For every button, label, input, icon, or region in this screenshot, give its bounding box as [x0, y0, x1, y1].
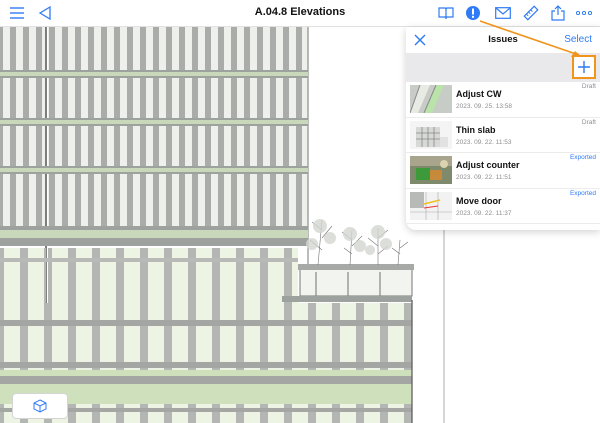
issue-row[interactable]: Move door 2023. 09. 22. 11:37 Exported — [406, 189, 600, 224]
issue-title: Thin slab — [456, 124, 496, 135]
issue-row[interactable]: Adjust counter 2023. 09. 22. 11:51 Expor… — [406, 153, 600, 189]
issues-panel: Issues Select Adjust CW 2023. 09. 25. 13… — [406, 27, 600, 230]
issue-title: Adjust CW — [456, 89, 502, 99]
plus-icon — [578, 61, 590, 73]
issue-row[interactable]: Thin slab 2023. 09. 22. 11:53 Draft — [406, 118, 600, 153]
3d-view-button[interactable] — [12, 393, 68, 419]
issues-toolbar — [406, 53, 600, 82]
issue-date: 2023. 09. 25. 13:58 — [456, 103, 513, 110]
select-button[interactable]: Select — [564, 34, 592, 45]
issues-badge-icon[interactable] — [464, 4, 482, 22]
issue-thumbnail — [410, 191, 452, 220]
top-bar: A.04.8 Elevations — [0, 0, 600, 27]
issue-status: Draft — [581, 83, 596, 90]
issue-status: Draft — [581, 118, 596, 126]
more-icon[interactable] — [575, 4, 593, 22]
3d-cube-icon — [33, 399, 47, 413]
issue-date: 2023. 09. 22. 11:51 — [456, 174, 512, 181]
issue-status: Exported — [569, 189, 596, 197]
issue-title: Move door — [456, 195, 502, 206]
mail-icon[interactable] — [494, 4, 512, 22]
issue-title: Adjust counter — [456, 160, 520, 170]
share-icon[interactable] — [549, 4, 567, 22]
issue-row[interactable]: Adjust CW 2023. 09. 25. 13:58 Draft — [406, 82, 600, 118]
book-icon[interactable] — [437, 4, 455, 22]
add-issue-button[interactable] — [572, 55, 596, 79]
ruler-icon[interactable] — [522, 4, 540, 22]
issue-thumbnail — [410, 120, 452, 149]
issue-status: Exported — [569, 154, 596, 161]
issue-thumbnail — [410, 85, 452, 113]
issue-date: 2023. 09. 22. 11:37 — [456, 209, 512, 217]
issue-thumbnail — [410, 156, 452, 184]
issue-date: 2023. 09. 22. 11:53 — [456, 138, 512, 146]
issues-panel-header: Issues Select — [406, 27, 600, 53]
